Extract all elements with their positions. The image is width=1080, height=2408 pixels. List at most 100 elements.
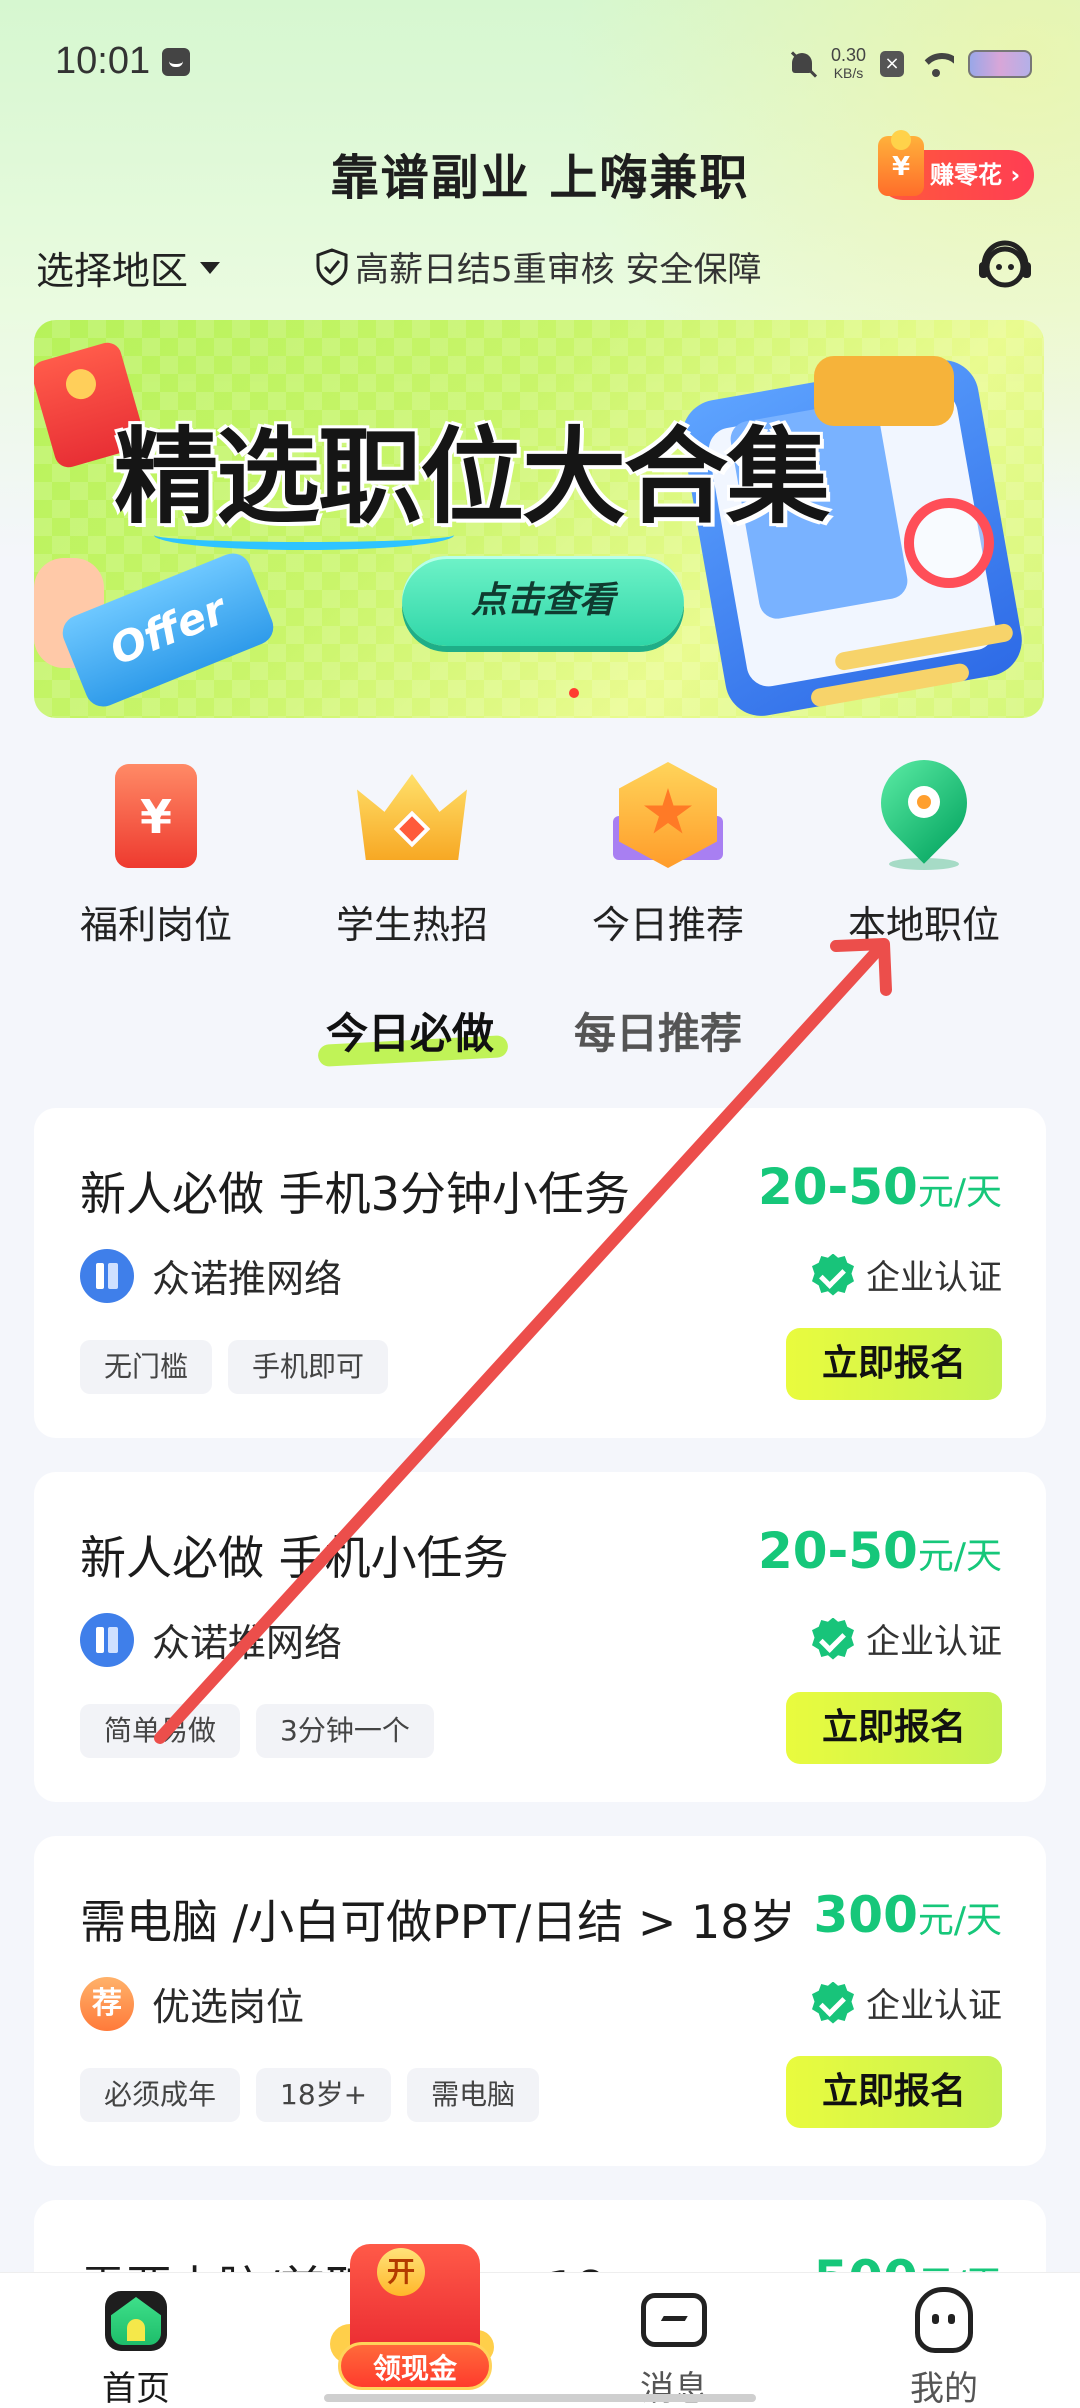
job-tag: 必须成年 — [80, 2068, 241, 2122]
network-speed-value: 0.30 — [830, 45, 866, 65]
status-bar: 10:01 0.30 KB/s × — [0, 0, 1080, 120]
job-card[interactable]: 新人必做 手机小任务 20-50元/天 众诺推网络 企业认证 简单易做 3分钟一… — [34, 1472, 1046, 1802]
job-salary: 300元/天 — [813, 1886, 1002, 1944]
wifi-icon — [918, 49, 954, 79]
job-tag: 无门槛 — [80, 1340, 213, 1394]
salary-amount: 500 — [813, 2250, 917, 2272]
message-icon — [641, 2287, 707, 2353]
bottom-navigation: 首页 消息 我的 — [0, 2272, 1080, 2408]
arrow-head — [830, 938, 892, 996]
salary-unit: 元/天 — [917, 1900, 1002, 1941]
salary-amount: 20-50 — [757, 1522, 918, 1580]
job-company: 众诺推网络 — [80, 1612, 342, 1667]
job-company: 荐 优选岗位 — [80, 1976, 304, 2031]
apply-button[interactable]: 立即报名 — [786, 1328, 1002, 1400]
star-badge-icon — [613, 760, 723, 870]
category-label: 今日推荐 — [591, 903, 744, 947]
guarantee-banner: 高薪日结5重审核 安全保障 — [315, 242, 761, 291]
job-tag: 简单易做 — [80, 1704, 241, 1758]
nav-home-label: 首页 — [102, 2369, 170, 2408]
job-salary: 20-50元/天 — [758, 1158, 1002, 1216]
company-name: 众诺推网络 — [152, 1257, 343, 1301]
tab-daily-recommend[interactable]: 每日推荐 — [574, 1000, 742, 1061]
verified-label: 企业认证 — [866, 1258, 1002, 1298]
job-title: 新人必做 手机3分钟小任务 — [80, 1167, 630, 1221]
promo-banner[interactable]: 精选职位大合集 Offer 点击查看 — [34, 320, 1044, 718]
red-envelope-icon — [101, 760, 211, 870]
job-title: 需电脑 /小白可做PPT/日结 > 18岁 — [80, 1895, 796, 1949]
earn-button-label: 赚零花 › — [930, 161, 1021, 189]
category-student-jobs[interactable]: 学生热招 — [312, 760, 512, 949]
nav-me[interactable]: 我的 — [864, 2273, 1024, 2408]
job-card[interactable]: 需电脑 /小白可做PPT/日结 > 18岁 300元/天 荐 优选岗位 企业认证… — [34, 1836, 1046, 2166]
salary-unit: 元/天 — [918, 2264, 1002, 2272]
location-pin-icon — [863, 742, 985, 870]
banner-view-button[interactable]: 点击查看 — [402, 556, 684, 646]
banner-title: 精选职位大合集 — [114, 416, 830, 538]
job-company: 众诺推网络 — [80, 1248, 342, 1303]
category-local-jobs[interactable]: 本地职位 — [824, 742, 1024, 949]
salary-unit: 元/天 — [917, 1536, 1002, 1577]
verified-badge: 企业认证 — [812, 1978, 1002, 2027]
folder-illustration — [814, 356, 954, 426]
job-tag: 需电脑 — [407, 2068, 540, 2122]
caret-down-icon — [200, 261, 221, 274]
apply-button[interactable]: 立即报名 — [786, 1692, 1002, 1764]
category-label: 福利岗位 — [79, 903, 232, 947]
earn-pocket-money-button[interactable]: ¥ 赚零花 › — [878, 130, 1035, 200]
verified-label: 企业认证 — [866, 1986, 1002, 2026]
salary-amount: 300 — [813, 1886, 918, 1944]
home-icon — [103, 2287, 169, 2353]
tab-must-do-today[interactable]: 今日必做 — [326, 1000, 494, 1061]
job-tags: 无门槛 手机即可 — [80, 1340, 389, 1394]
profile-ghost-icon — [911, 2287, 977, 2353]
shield-check-icon — [315, 247, 349, 286]
category-welfare-jobs[interactable]: 福利岗位 — [56, 760, 256, 949]
job-salary: 20-50元/天 — [758, 1522, 1002, 1580]
verified-badge: 企业认证 — [812, 1250, 1002, 1299]
bell-off-icon — [787, 49, 817, 79]
customer-service-icon[interactable] — [976, 236, 1034, 294]
open-coin-icon: 开 — [377, 2248, 425, 2296]
verified-check-icon — [812, 1981, 854, 2024]
status-icons: 0.30 KB/s × — [787, 44, 1032, 84]
verified-badge: 企业认证 — [812, 1614, 1002, 1663]
nav-get-cash[interactable]: 开 领现金 — [330, 2244, 500, 2394]
job-tag: 手机即可 — [228, 1340, 389, 1394]
home-indicator — [324, 2394, 756, 2402]
nav-messages[interactable]: 消息 — [594, 2273, 754, 2408]
job-card[interactable]: 新人必做 手机3分钟小任务 20-50元/天 众诺推网络 企业认证 无门槛 手机… — [34, 1108, 1046, 1438]
job-tags: 简单易做 3分钟一个 — [80, 1704, 434, 1758]
job-card-partial[interactable]: 需要电脑/兼职/日结 > 18 500元/天 — [34, 2200, 1046, 2272]
carousel-indicator — [569, 688, 579, 698]
category-today-recommend[interactable]: 今日推荐 — [568, 760, 768, 949]
crown-icon — [357, 760, 467, 870]
red-envelope-coin-icon: ¥ — [878, 130, 924, 196]
apply-button[interactable]: 立即报名 — [786, 2056, 1002, 2128]
category-label: 本地职位 — [847, 903, 1000, 947]
battery-icon — [968, 50, 1032, 78]
nav-cash-label: 领现金 — [338, 2342, 492, 2390]
company-logo-icon — [80, 1248, 134, 1303]
verified-label: 企业认证 — [866, 1622, 1002, 1662]
no-sim-icon: × — [880, 51, 904, 77]
notification-message-icon — [162, 48, 190, 76]
company-name: 众诺推网络 — [152, 1621, 343, 1665]
job-tag: 18岁+ — [256, 2068, 392, 2122]
region-selector[interactable]: 选择地区 — [36, 240, 221, 295]
nav-home[interactable]: 首页 — [56, 2273, 216, 2408]
job-title: 新人必做 手机小任务 — [80, 1531, 509, 1585]
banner-swoosh — [154, 520, 454, 550]
guarantee-text: 高薪日结5重审核 安全保障 — [355, 250, 762, 290]
section-tabs: 今日必做 每日推荐 — [0, 1000, 1080, 1070]
recommend-logo-icon: 荐 — [80, 1976, 134, 2031]
company-logo-icon — [80, 1612, 134, 1667]
network-speed-unit: KB/s — [833, 65, 864, 81]
category-label: 学生热招 — [335, 903, 488, 947]
company-name: 优选岗位 — [152, 1985, 305, 2029]
salary-unit: 元/天 — [917, 1172, 1002, 1213]
job-salary: 500元/天 — [813, 2250, 1002, 2272]
network-speed: 0.30 KB/s — [831, 46, 866, 82]
nav-me-label: 我的 — [910, 2369, 978, 2408]
verified-check-icon — [812, 1253, 854, 1296]
